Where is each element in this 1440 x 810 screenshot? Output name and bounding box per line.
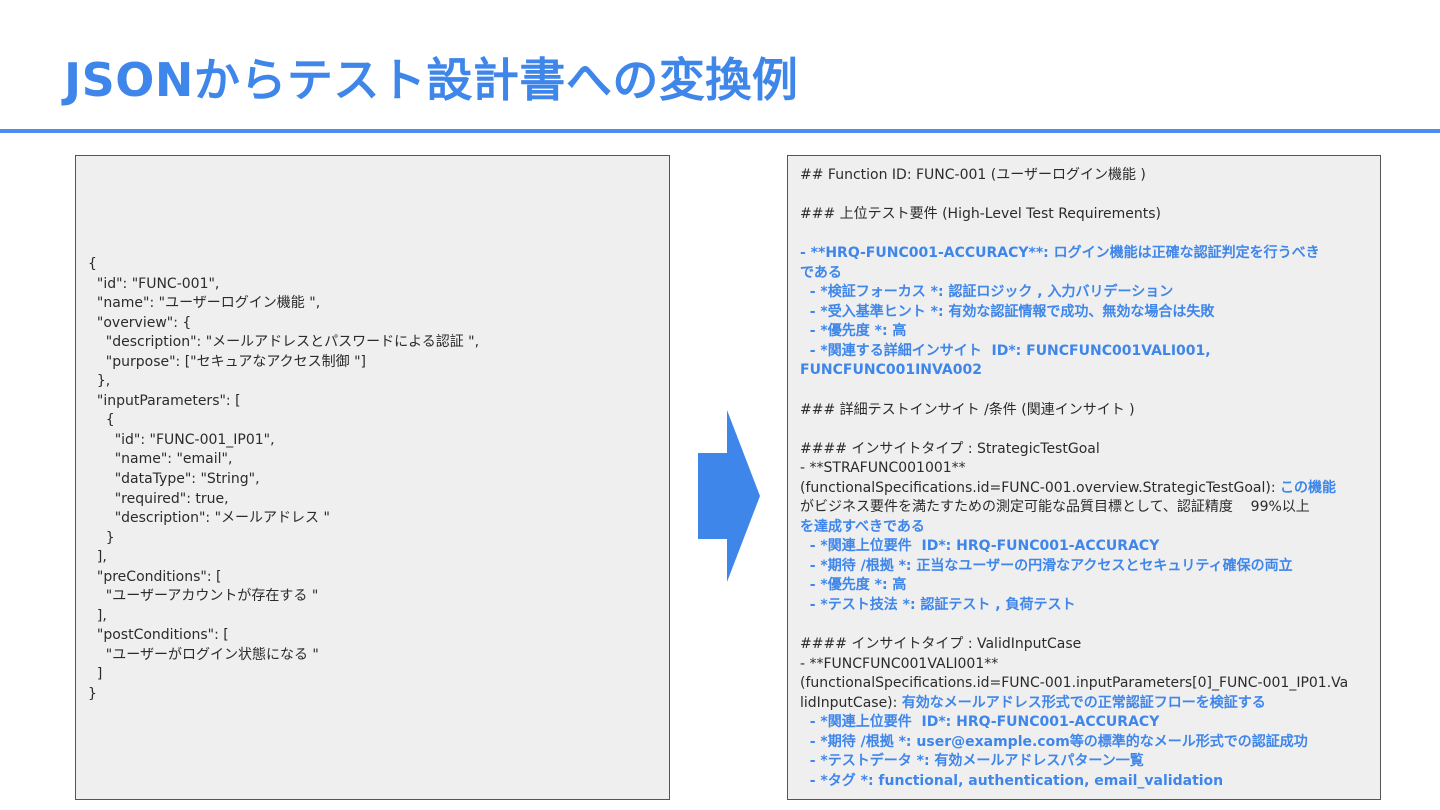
markdown-line [800, 420, 1368, 440]
json-code-line: "name": "ユーザーログイン機能 ", [88, 295, 321, 312]
markdown-line: ### 詳細テストインサイト /条件 (関連インサイト ) [800, 401, 1135, 418]
json-code-line: } [88, 686, 97, 703]
json-code-line: ], [88, 607, 107, 624]
markdown-line: FUNCFUNC001INVA002 [800, 362, 982, 379]
markdown-line: (functionalSpecifications.id=FUNC-001.in… [800, 675, 1349, 692]
json-code-block: { "id": "FUNC-001", "name": "ユーザーログイン機能 … [88, 255, 658, 705]
json-code-line: "required": true, [88, 490, 229, 507]
markdown-line-prefix: lidInputCase): [800, 694, 902, 711]
json-code-line: "preConditions": [ [88, 568, 222, 585]
markdown-line-prefix: (functionalSpecifications.id=FUNC-001.ov… [800, 479, 1281, 496]
markdown-line: - *受入基準ヒント *: 有効な認証情報で成功、無効な場合は失敗 [800, 303, 1215, 320]
json-code-line: "overview": { [88, 314, 192, 331]
json-code-line: }, [88, 373, 111, 390]
markdown-output-block: ## Function ID: FUNC-001 (ユーザーログイン機能 ) ##… [800, 166, 1368, 792]
json-code-line: "ユーザーアカウントが存在する " [88, 588, 319, 605]
json-code-line: "ユーザーがログイン状態になる " [88, 646, 319, 663]
markdown-line: - *テスト技法 *: 認証テスト , 負荷テスト [800, 597, 1076, 614]
json-code-line: { [88, 412, 115, 429]
json-code-line: "purpose": ["セキュアなアクセス制御 "] [88, 353, 366, 370]
markdown-line [800, 186, 1368, 206]
markdown-line: - **FUNCFUNC001VALI001** [800, 655, 999, 672]
markdown-line: - *関連上位要件 ID*: HRQ-FUNC001-ACCURACY [800, 714, 1160, 731]
json-code-line: "description": "メールアドレス " [88, 510, 330, 527]
markdown-line: ## Function ID: FUNC-001 (ユーザーログイン機能 ) [800, 167, 1146, 183]
markdown-line: - **HRQ-FUNC001-ACCURACY**: ログイン機能は正確な認証… [800, 245, 1320, 262]
markdown-line: - *期待 /根拠 *: user@example.com等の標準的なメール形式… [800, 733, 1308, 750]
json-code-line: "name": "email", [88, 451, 233, 468]
markdown-line: #### インサイトタイプ : StrategicTestGoal [800, 440, 1100, 457]
json-code-line: } [88, 529, 115, 546]
right-arrow-icon [698, 410, 760, 582]
markdown-line: lidInputCase): 有効なメールアドレス形式での正常認証フローを検証す… [800, 694, 1368, 714]
json-code-line: "postConditions": [ [88, 627, 229, 644]
markdown-line: である [800, 264, 842, 281]
markdown-line: - *テストデータ *: 有効メールアドレスパターン一覧 [800, 753, 1144, 770]
markdown-line: ### 上位テスト要件 (High-Level Test Requirement… [800, 206, 1161, 223]
markdown-line: - *優先度 *: 高 [800, 323, 907, 340]
json-code-line: "inputParameters": [ [88, 392, 241, 409]
json-code-line: ], [88, 549, 107, 566]
markdown-line: - *優先度 *: 高 [800, 577, 907, 594]
markdown-line: - *期待 /根拠 *: 正当なユーザーの円滑なアクセスとセキュリティ確保の両立 [800, 557, 1293, 574]
json-code-line: ] [88, 666, 103, 683]
markdown-line: を達成すべきである [800, 518, 925, 535]
markdown-line: - *関連上位要件 ID*: HRQ-FUNC001-ACCURACY [800, 538, 1160, 555]
json-input-panel: { "id": "FUNC-001", "name": "ユーザーログイン機能 … [75, 155, 670, 800]
test-design-output-panel: ## Function ID: FUNC-001 (ユーザーログイン機能 ) ##… [787, 155, 1381, 800]
markdown-line: がビジネス要件を満たすための測定可能な品質目標として、認証精度 99%以上 [800, 499, 1310, 516]
title-divider [0, 129, 1440, 133]
markdown-line [800, 381, 1368, 401]
markdown-line: #### インサイトタイプ : ValidInputCase [800, 636, 1082, 653]
json-code-line: "dataType": "String", [88, 471, 260, 488]
json-code-line: { [88, 256, 97, 272]
json-code-line: "id": "FUNC-001", [88, 275, 220, 292]
markdown-line [800, 616, 1368, 636]
json-code-line: "description": "メールアドレスとパスワードによる認証 ", [88, 334, 480, 351]
json-code-line: "id": "FUNC-001_IP01", [88, 431, 275, 448]
markdown-line: (functionalSpecifications.id=FUNC-001.ov… [800, 479, 1368, 499]
markdown-line: - *検証フォーカス *: 認証ロジック , 入力バリデーション [800, 284, 1174, 301]
markdown-line-highlight: この機能 [1280, 479, 1337, 496]
markdown-line: - **STRAFUNC001001** [800, 460, 966, 477]
markdown-line [800, 225, 1368, 245]
markdown-line: - *タグ *: functional, authentication, ema… [800, 772, 1224, 789]
markdown-line-highlight: 有効なメールアドレス形式での正常認証フローを検証する [901, 694, 1266, 711]
markdown-line: - *関連する詳細インサイト ID*: FUNCFUNC001VALI001, [800, 342, 1211, 359]
page-title: JSONからテスト設計書への変換例 [64, 53, 799, 107]
